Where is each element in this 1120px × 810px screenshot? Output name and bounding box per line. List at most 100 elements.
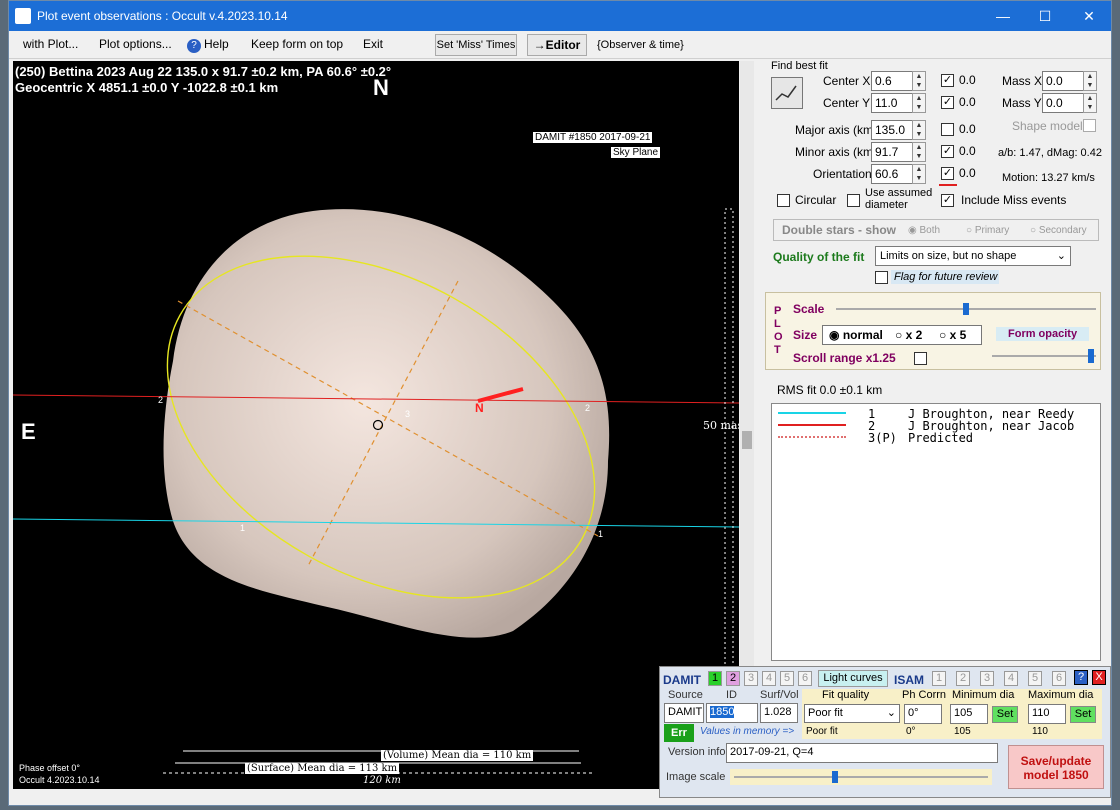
menu-keep-on-top[interactable]: Keep form on top: [251, 37, 343, 51]
primary-label: Primary: [974, 225, 1010, 236]
plot-scrollbar-thumb[interactable]: [742, 431, 752, 449]
image-scale-thumb[interactable]: [832, 771, 838, 783]
center-y-label: Center Y: [823, 96, 871, 110]
size-x5-radio[interactable]: ○ x 5: [939, 328, 966, 342]
use-assumed-checkbox[interactable]: [847, 194, 860, 207]
legend-swatch-2: [778, 424, 846, 426]
quality-dropdown[interactable]: Limits on size, but no shape ⌄: [875, 246, 1071, 266]
flag-review-checkbox[interactable]: [875, 271, 888, 284]
major-axis-checkbox[interactable]: [941, 123, 954, 136]
major-axis-spinner[interactable]: ▲ ▼: [912, 120, 926, 140]
orientation-spinner[interactable]: ▲ ▼: [912, 164, 926, 184]
menu-exit[interactable]: Exit: [363, 37, 383, 51]
min-dia-field[interactable]: 105: [950, 704, 988, 724]
orientation-check-value: 0.0: [959, 166, 976, 180]
plot-area[interactable]: (250) Bettina 2023 Aug 22 135.0 x 91.7 ±…: [13, 61, 739, 789]
primary-radio[interactable]: ○ Primary: [966, 225, 1009, 236]
close-button[interactable]: ✕: [1075, 5, 1103, 27]
mass-y-input[interactable]: 0.0: [1042, 93, 1084, 113]
size-normal-radio[interactable]: ◉ normal: [829, 328, 883, 342]
damit-num-6[interactable]: 6: [798, 671, 812, 686]
size-x2-radio[interactable]: ○ x 2: [895, 328, 922, 342]
center-y-spinner[interactable]: ▲ ▼: [912, 93, 926, 113]
find-best-fit-button[interactable]: [771, 77, 803, 109]
maximize-button[interactable]: ☐: [1031, 5, 1059, 27]
app-icon: [15, 8, 31, 24]
surfvol-field[interactable]: 1.028: [760, 703, 798, 723]
center-y-checkbox[interactable]: ✓: [941, 96, 954, 109]
version-info-field[interactable]: 2017-09-21, Q=4: [726, 743, 998, 763]
plot-header-1: (250) Bettina 2023 Aug 22 135.0 x 91.7 ±…: [15, 64, 392, 79]
scale-slider-thumb[interactable]: [963, 303, 969, 315]
fit-quality-value: Poor fit: [808, 707, 843, 719]
center-x-input[interactable]: 0.6: [871, 71, 913, 91]
center-x-spinner[interactable]: ▲ ▼: [912, 71, 926, 91]
opacity-slider-thumb[interactable]: [1088, 349, 1094, 363]
damit-num-5[interactable]: 5: [780, 671, 794, 686]
legend-swatch-3: [778, 434, 846, 438]
observer-time-label: {Observer & time}: [597, 39, 684, 51]
err-button[interactable]: Err: [664, 724, 694, 742]
mass-x-spinner[interactable]: ▲ ▼: [1083, 71, 1097, 91]
scroll-range-checkbox[interactable]: [914, 352, 927, 365]
damit-panel: DAMIT 1 2 3 4 5 6 Light curves ISAM 1 2 …: [659, 666, 1111, 798]
fit-quality-dropdown[interactable]: Poor fit ⌄: [804, 704, 900, 723]
image-scale-slider[interactable]: [730, 769, 992, 785]
menu-with-plot[interactable]: with Plot...: [23, 37, 78, 51]
save-update-button[interactable]: Save/update model 1850: [1008, 745, 1104, 789]
menu-help[interactable]: ? Help: [187, 37, 229, 53]
set-min-dia-button[interactable]: Set: [992, 706, 1018, 723]
isam-num-6[interactable]: 6: [1052, 671, 1066, 686]
ph-corrn-header: Ph Corrn: [902, 689, 947, 701]
plot-letters: P L O T: [774, 305, 784, 357]
max-dia-field[interactable]: 110: [1028, 704, 1066, 724]
editor-button[interactable]: →Editor: [527, 34, 587, 56]
size-x5-label: x 5: [949, 328, 967, 342]
orientation-input[interactable]: 60.6: [871, 164, 913, 184]
isam-num-4[interactable]: 4: [1004, 671, 1018, 686]
id-field[interactable]: 1850: [706, 703, 758, 723]
damit-num-1[interactable]: 1: [708, 671, 722, 686]
mass-y-spinner[interactable]: ▲ ▼: [1083, 93, 1097, 113]
ph-corrn-field[interactable]: 0°: [904, 704, 942, 724]
scale-slider[interactable]: [836, 303, 1096, 315]
chord-label-2b: 2: [585, 403, 591, 413]
menu-plot-options[interactable]: Plot options...: [99, 37, 172, 51]
set-miss-times-button[interactable]: Set 'Miss' Times: [435, 34, 517, 56]
damit-close-button[interactable]: X: [1092, 670, 1106, 685]
plot-letter-t: T: [774, 344, 781, 356]
minimize-button[interactable]: —: [989, 5, 1017, 27]
damit-num-2[interactable]: 2: [726, 671, 740, 686]
include-miss-checkbox[interactable]: ✓: [941, 194, 954, 207]
minor-axis-spinner[interactable]: ▲ ▼: [912, 142, 926, 162]
isam-num-1[interactable]: 1: [932, 671, 946, 686]
help-label: Help: [204, 37, 229, 51]
orientation-label: Orientation: [813, 167, 872, 181]
center-x-checkbox[interactable]: ✓: [941, 74, 954, 87]
circular-checkbox[interactable]: [777, 194, 790, 207]
secondary-radio[interactable]: ○ Secondary: [1030, 225, 1087, 236]
flag-review-label: Flag for future review: [891, 270, 999, 284]
set-max-dia-button[interactable]: Set: [1070, 706, 1096, 723]
center-y-input[interactable]: 11.0: [871, 93, 913, 113]
isam-num-5[interactable]: 5: [1028, 671, 1042, 686]
isam-num-2[interactable]: 2: [956, 671, 970, 686]
isam-num-3[interactable]: 3: [980, 671, 994, 686]
shape-model-checkbox[interactable]: [1083, 119, 1096, 132]
light-curves-button[interactable]: Light curves: [818, 670, 888, 687]
major-axis-input[interactable]: 135.0: [871, 120, 913, 140]
damit-num-3[interactable]: 3: [744, 671, 758, 686]
mass-x-input[interactable]: 0.0: [1042, 71, 1084, 91]
orientation-indicator: [939, 184, 957, 186]
source-field[interactable]: DAMIT: [664, 703, 704, 723]
minor-axis-checkbox[interactable]: ✓: [941, 145, 954, 158]
both-radio[interactable]: ◉ Both: [908, 225, 940, 236]
damit-num-4[interactable]: 4: [762, 671, 776, 686]
use-assumed-label: Use assumed: [865, 187, 933, 199]
minor-axis-input[interactable]: 91.7: [871, 142, 913, 162]
center-x-label: Center X: [823, 74, 871, 88]
damit-help-button[interactable]: ?: [1074, 670, 1088, 685]
image-scale-label: Image scale: [666, 771, 726, 783]
opacity-slider[interactable]: [992, 349, 1096, 363]
orientation-checkbox[interactable]: ✓: [941, 167, 954, 180]
